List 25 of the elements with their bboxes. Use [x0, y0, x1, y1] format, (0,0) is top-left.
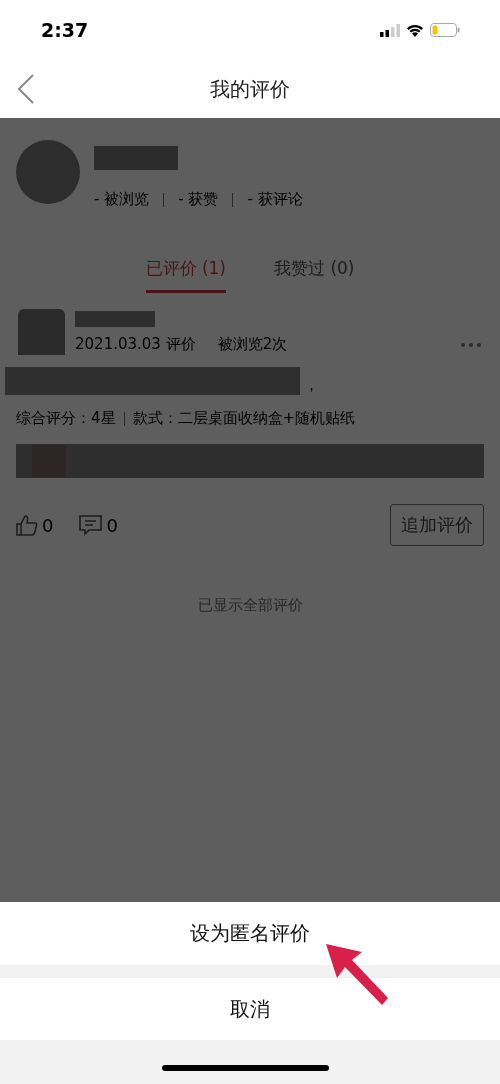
- like-count: 0: [42, 514, 54, 536]
- review-text-tail: ，: [304, 376, 319, 395]
- anonymous-review-option[interactable]: 设为匿名评价: [0, 902, 500, 965]
- blurred-avatar: [18, 309, 65, 355]
- tab[interactable]: 已评价 (1): [145, 257, 226, 293]
- profile-stat: - 被浏览: [94, 190, 151, 209]
- variant-text: 款式：二层桌面收纳盒+随机贴纸: [132, 409, 356, 428]
- cancel-button[interactable]: 取消: [0, 978, 500, 1040]
- thumbs-up-icon[interactable]: [16, 514, 38, 536]
- view-count: 被浏览2次: [217, 335, 288, 354]
- battery-icon: [430, 23, 460, 37]
- back-icon[interactable]: [17, 74, 35, 104]
- rating-text: 综合评分：4星: [16, 409, 116, 428]
- comment-count: 0: [106, 514, 118, 536]
- add-review-button[interactable]: 追加评价: [390, 504, 484, 546]
- comment-icon[interactable]: [79, 514, 103, 536]
- review-date: 2021.03.03 评价: [75, 335, 196, 354]
- profile-stat: - 获评论: [246, 190, 304, 209]
- page-title: 我的评价: [210, 75, 290, 103]
- more-icon[interactable]: [460, 341, 482, 348]
- wifi-icon: [406, 23, 424, 37]
- signal-icon: [380, 23, 400, 37]
- profile-stat: - 获赞: [177, 190, 220, 209]
- tab[interactable]: 我赞过 (0): [274, 257, 355, 293]
- status-time: 2:37: [41, 19, 89, 41]
